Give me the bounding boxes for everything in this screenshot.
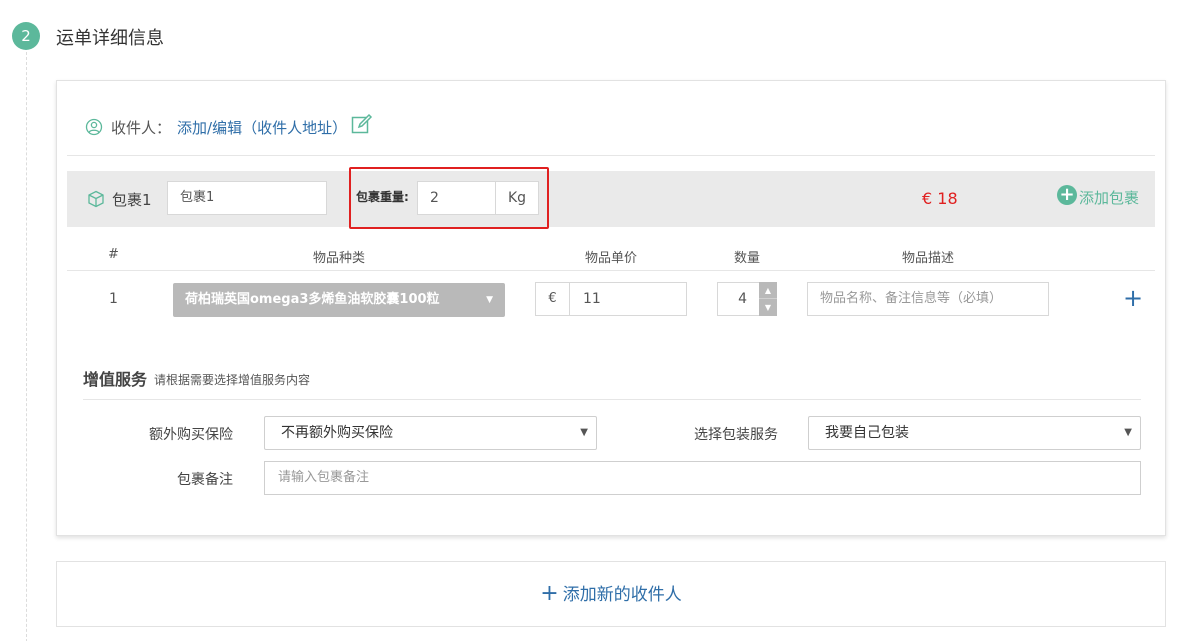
caret-down-icon: ▼ [486,295,493,305]
add-recipient-button[interactable]: + 添加新的收件人 [56,561,1166,627]
column-header-unit-price: 物品单价 [585,251,638,266]
package-header-bar: 包裹1 包裹1 包裹重量: 2 Kg € 18 + 添加包裹 [67,167,1155,229]
weight-input[interactable]: 2 [417,181,497,215]
insurance-value: 不再额外购买保险 [281,425,393,441]
step-number-badge: 2 [12,22,40,50]
step-connector-line [26,52,27,641]
table-header-divider [67,270,1155,271]
weight-unit-addon: Kg [495,181,539,215]
remark-input[interactable]: 请输入包裹备注 [264,461,1141,495]
value-added-subtitle: 请根据需要选择增值服务内容 [154,373,311,387]
add-item-row-icon[interactable]: + [1123,283,1143,313]
unit-price-input[interactable]: 11 [569,282,687,316]
box-icon [88,190,104,208]
stepper-up-icon[interactable]: ▲ [759,282,777,299]
currency-addon: € [535,282,570,316]
user-circle-icon [85,118,103,136]
insurance-select[interactable]: 不再额外购买保险 ▼ [264,416,597,450]
edit-icon[interactable] [351,113,373,135]
recipient-label: 收件人： [111,118,172,137]
remark-label: 包裹备注 [177,472,233,488]
add-package-label: 添加包裹 [1079,189,1140,207]
column-header-description: 物品描述 [902,251,955,266]
section-title: 运单详细信息 [56,28,164,49]
package-price: € 18 [922,189,958,208]
column-header-index: # [108,247,119,262]
value-added-title: 增值服务 [83,370,148,389]
package-name-input[interactable]: 包裹1 [167,181,327,215]
column-header-category: 物品种类 [313,251,366,266]
caret-down-icon: ▼ [1124,427,1132,438]
add-recipient-label: 添加新的收件人 [562,585,682,605]
caret-down-icon: ▼ [580,427,588,438]
plus-icon: + [540,581,559,606]
quantity-stepper[interactable]: ▲ ▼ [759,282,777,316]
plus-circle-icon: + [1057,184,1077,205]
packing-label: 选择包装服务 [694,427,778,443]
row-index: 1 [109,291,118,307]
stepper-down-icon[interactable]: ▼ [759,299,777,316]
package-label: 包裹1 [112,191,152,209]
recipient-row: 收件人： 添加/编辑（收件人地址） [85,113,373,139]
value-added-divider [83,399,1141,400]
divider [67,155,1155,156]
item-description-input[interactable]: 物品名称、备注信息等（必填） [807,282,1049,316]
insurance-label: 额外购买保险 [149,427,233,443]
item-category-value: 荷柏瑞英国omega3多烯鱼油软胶囊100粒 [185,292,440,307]
weight-label: 包裹重量: [356,190,409,204]
waybill-card: 收件人： 添加/编辑（收件人地址） 包裹1 包裹1 包裹重量: 2 Kg € 1… [56,80,1166,536]
item-category-select[interactable]: 荷柏瑞英国omega3多烯鱼油软胶囊100粒 ▼ [173,283,505,317]
packing-select[interactable]: 我要自己包装 ▼ [808,416,1141,450]
quantity-input[interactable]: 4 [717,282,760,316]
add-package-button[interactable]: + 添加包裹 [1057,184,1140,208]
edit-recipient-link[interactable]: 添加/编辑（收件人地址） [177,117,347,138]
packing-value: 我要自己包装 [825,425,909,441]
column-header-quantity: 数量 [734,251,761,266]
